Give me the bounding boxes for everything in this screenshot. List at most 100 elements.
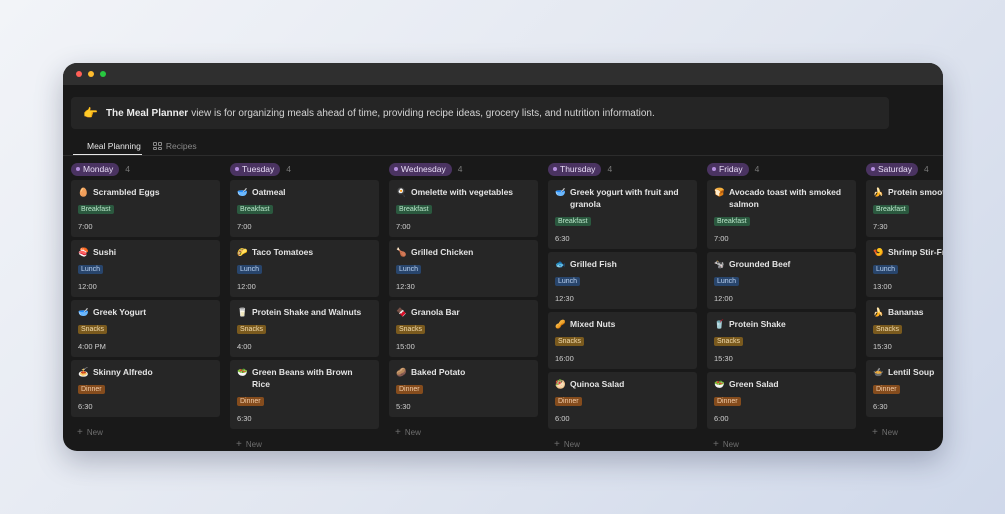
meal-card[interactable]: 🥣 Greek Yogurt Snacks 4:00 PM xyxy=(71,300,220,357)
meal-card[interactable]: 🍣 Sushi Lunch 12:00 xyxy=(71,240,220,297)
food-icon: 🥜 xyxy=(555,319,566,329)
meal-card[interactable]: 🐟 Grilled Fish Lunch 12:30 xyxy=(548,252,697,309)
meal-card[interactable]: 🍞 Avocado toast with smoked salmon Breakfa… xyxy=(707,180,856,249)
meal-card[interactable]: 🥣 Oatmeal Breakfast 7:00 xyxy=(230,180,379,237)
meal-card[interactable]: 🍤 Shrimp Stir-Fry Lunch 13:00 xyxy=(866,240,943,297)
day-pill[interactable]: Thursday xyxy=(548,162,602,176)
meal-title: Greek yogurt with fruit and granola xyxy=(570,187,679,209)
meal-title-row: 🥗 Green Salad xyxy=(714,378,849,390)
food-icon: 🐟 xyxy=(555,259,566,269)
meal-card[interactable]: 🥚 Scrambled Eggs Breakfast 7:00 xyxy=(71,180,220,237)
meal-time: 4:00 PM xyxy=(78,342,106,351)
food-icon: 🍗 xyxy=(396,247,407,257)
meal-card[interactable]: 🥤 Protein Shake Snacks 15:30 xyxy=(707,312,856,369)
meal-title-row: 🥣 Greek Yogurt xyxy=(78,306,213,318)
meal-title: Mixed Nuts xyxy=(570,319,616,329)
column-thursday: Thursday 4 🥣 Greek yogurt with fruit and gr… xyxy=(540,161,697,450)
meal-type-tag: Breakfast xyxy=(237,205,273,214)
meal-title-row: 🥤 Protein Shake xyxy=(714,318,849,330)
food-icon: 🍞 xyxy=(714,187,725,197)
plus-icon: + xyxy=(236,439,242,450)
tab-label: Meal Planning xyxy=(87,140,141,151)
add-new-button[interactable]: + New xyxy=(395,427,530,438)
meal-card[interactable]: 🐄 Grounded Beef Lunch 12:00 xyxy=(707,252,856,309)
meal-title: Sushi xyxy=(93,247,117,257)
meal-type-tag: Dinner xyxy=(873,385,900,394)
meal-card[interactable]: 🍲 Lentil Soup Dinner 6:30 xyxy=(866,360,943,417)
plus-icon: + xyxy=(395,427,401,438)
add-new-button[interactable]: + New xyxy=(77,427,212,438)
day-pill[interactable]: Tuesday xyxy=(230,162,281,176)
meal-time: 7:00 xyxy=(78,222,93,231)
food-icon: 🥤 xyxy=(714,319,725,329)
meal-title: Oatmeal xyxy=(252,187,286,197)
meal-card[interactable]: 🍌 Bananas Snacks 15:30 xyxy=(866,300,943,357)
meal-title: Skinny Alfredo xyxy=(93,367,153,377)
meal-card[interactable]: 🥗 Green Beans with Brown Rice Dinner 6:30 xyxy=(230,360,379,429)
meal-card[interactable]: 🥛 Protein Shake and Walnuts Snacks 4:00 xyxy=(230,300,379,357)
add-new-button[interactable]: + New xyxy=(872,427,943,438)
meal-type-tag: Snacks xyxy=(396,325,425,334)
meal-card[interactable]: 🥙 Quinoa Salad Dinner 6:00 xyxy=(548,372,697,429)
meal-title: Omelette with vegetables xyxy=(411,187,514,197)
tab-meal-planning[interactable]: Meal Planning xyxy=(73,137,142,248)
meal-title-row: 🥜 Mixed Nuts xyxy=(555,318,690,330)
maximize-window-button[interactable] xyxy=(100,71,106,77)
meal-card[interactable]: 🍫 Granola Bar Snacks 15:00 xyxy=(389,300,538,357)
meal-card[interactable]: 🍳 Omelette with vegetables Breakfast 7:00 xyxy=(389,180,538,237)
day-pill[interactable]: Friday xyxy=(707,162,749,176)
meal-time: 13:00 xyxy=(873,282,892,291)
meal-card[interactable]: 🥗 Green Salad Dinner 6:00 xyxy=(707,372,856,429)
close-window-button[interactable] xyxy=(76,71,82,77)
meal-title-row: 🍣 Sushi xyxy=(78,246,213,258)
meal-type-tag: Breakfast xyxy=(714,217,750,226)
column-header: Friday 4 xyxy=(707,161,848,177)
meal-title-row: 🐄 Grounded Beef xyxy=(714,258,849,270)
add-new-button[interactable]: + New xyxy=(554,439,689,450)
app-window: 👉 The Meal Planner view is for organizin… xyxy=(63,63,943,451)
column-tuesday: Tuesday 4 🥣 Oatmeal Breakfast 7:00 🌮 Taco Tomat… xyxy=(222,161,379,450)
column-wednesday: Wednesday 4 🍳 Omelette with vegetables Break… xyxy=(381,161,538,438)
meal-time: 15:30 xyxy=(714,354,733,363)
column-friday: Friday 4 🍞 Avocado toast with smoked salmon… xyxy=(699,161,856,450)
meal-time: 12:00 xyxy=(714,294,733,303)
meal-title: Granola Bar xyxy=(411,307,460,317)
minimize-window-button[interactable] xyxy=(88,71,94,77)
food-icon: 🌮 xyxy=(237,247,248,257)
meal-type-tag: Dinner xyxy=(78,385,105,394)
meal-card[interactable]: 🥜 Mixed Nuts Snacks 16:00 xyxy=(548,312,697,369)
meal-time: 6:00 xyxy=(555,414,570,423)
day-label: Monday xyxy=(83,164,114,174)
meal-card[interactable]: 🍝 Skinny Alfredo Dinner 6:30 xyxy=(71,360,220,417)
meal-title-row: 🥣 Oatmeal xyxy=(237,186,372,198)
meal-type-tag: Snacks xyxy=(78,325,107,334)
day-pill[interactable]: Wednesday xyxy=(389,162,452,176)
status-dot-icon xyxy=(394,167,398,171)
meal-card[interactable]: 🍗 Grilled Chicken Lunch 12:30 xyxy=(389,240,538,297)
meal-time: 15:30 xyxy=(873,342,892,351)
column-monday: Monday 4 🥚 Scrambled Eggs Breakfast 7:00 🍣 Sush… xyxy=(63,161,220,438)
meal-type-tag: Dinner xyxy=(555,397,582,406)
meal-card[interactable]: 🥣 Greek yogurt with fruit and granola Brea… xyxy=(548,180,697,249)
day-label: Saturday xyxy=(878,164,913,174)
add-new-button[interactable]: + New xyxy=(236,439,371,450)
food-icon: 🥔 xyxy=(396,367,407,377)
info-callout: 👉 The Meal Planner view is for organizin… xyxy=(71,97,889,129)
meal-card[interactable]: 🌮 Taco Tomatoes Lunch 12:00 xyxy=(230,240,379,297)
meal-time: 7:00 xyxy=(396,222,411,231)
meal-type-tag: Snacks xyxy=(873,325,902,334)
meal-card[interactable]: 🍌 Protein smoothie Breakfast 7:30 xyxy=(866,180,943,237)
meal-title-row: 🥔 Baked Potato xyxy=(396,366,531,378)
food-icon: 🥚 xyxy=(78,187,89,197)
tabs-divider xyxy=(63,155,943,156)
meal-card[interactable]: 🥔 Baked Potato Dinner 5:30 xyxy=(389,360,538,417)
day-label: Friday xyxy=(719,164,743,174)
tab-recipes[interactable]: Recipes xyxy=(152,137,198,155)
gallery-icon xyxy=(152,142,162,150)
meal-time: 4:00 xyxy=(237,342,252,351)
meal-title-row: 🥙 Quinoa Salad xyxy=(555,378,690,390)
day-pill[interactable]: Monday xyxy=(71,162,120,176)
meal-title-row: 🥗 Green Beans with Brown Rice xyxy=(237,366,372,390)
day-pill[interactable]: Saturday xyxy=(866,162,919,176)
add-new-button[interactable]: + New xyxy=(713,439,848,450)
